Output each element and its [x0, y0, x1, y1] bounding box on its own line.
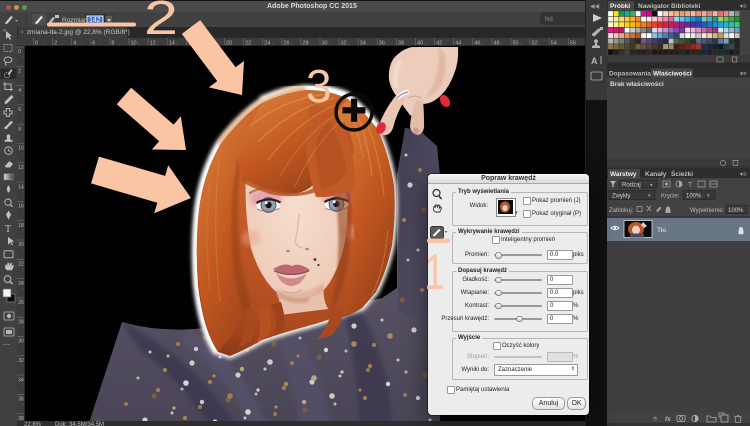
svg-text:36: 36	[18, 397, 24, 403]
svg-text:26: 26	[283, 41, 289, 47]
svg-text:34: 34	[18, 377, 24, 383]
svg-text:22: 22	[18, 262, 24, 268]
svg-text:20: 20	[226, 41, 232, 47]
svg-text:2: 2	[54, 41, 57, 47]
svg-text:28: 28	[302, 41, 308, 47]
svg-text:24: 24	[18, 281, 24, 287]
svg-text:10: 10	[131, 41, 137, 47]
svg-text:T: T	[5, 224, 11, 235]
svg-text:36: 36	[379, 41, 385, 47]
svg-text:52: 52	[532, 41, 538, 47]
svg-text:Brak właściwości: Brak właściwości	[610, 81, 664, 88]
svg-text:Biblioteki: Biblioteki	[671, 3, 700, 10]
svg-text:▾≡: ▾≡	[740, 4, 747, 10]
svg-text:4: 4	[18, 88, 21, 94]
svg-text:Nd: Nd	[545, 17, 553, 23]
svg-text:40: 40	[417, 41, 423, 47]
svg-text:Rodzaj: Rodzaj	[622, 183, 641, 189]
svg-text:42: 42	[436, 41, 442, 47]
svg-text:48: 48	[493, 41, 499, 47]
svg-text:A: A	[591, 56, 598, 66]
svg-text:18: 18	[207, 41, 213, 47]
svg-text:0: 0	[18, 49, 21, 55]
svg-text:Próbki: Próbki	[610, 3, 630, 10]
svg-text:24: 24	[264, 41, 270, 47]
svg-text:20: 20	[18, 242, 24, 248]
svg-text:32: 32	[341, 41, 347, 47]
svg-text:26: 26	[18, 300, 24, 306]
svg-text:18: 18	[18, 223, 24, 229]
svg-text:▾≡: ▾≡	[740, 172, 747, 178]
svg-text:Kanały: Kanały	[645, 171, 667, 178]
svg-text:32: 32	[18, 358, 24, 364]
svg-text:10: 10	[18, 146, 24, 152]
svg-text:Nawigator: Nawigator	[638, 3, 670, 10]
svg-text:4: 4	[73, 41, 76, 47]
svg-text:T: T	[688, 182, 693, 189]
svg-text:Dopasowania: Dopasowania	[609, 71, 651, 78]
svg-text:8: 8	[111, 41, 114, 47]
svg-text:16: 16	[188, 41, 194, 47]
svg-text:12: 12	[150, 41, 156, 47]
svg-text:100%: 100%	[728, 208, 744, 214]
svg-text:34: 34	[360, 41, 366, 47]
svg-text:38: 38	[398, 41, 404, 47]
svg-text:16: 16	[18, 204, 24, 210]
svg-text:44: 44	[455, 41, 461, 47]
svg-text:⋯: ⋯	[3, 342, 10, 349]
svg-text:◀◀: ◀◀	[590, 4, 600, 10]
svg-text:▾≡: ▾≡	[740, 72, 747, 78]
svg-text:Tło: Tło	[657, 227, 666, 234]
svg-text:fx: fx	[665, 416, 671, 423]
svg-text:22: 22	[245, 41, 251, 47]
svg-text:Ścieżki: Ścieżki	[671, 169, 693, 178]
svg-text:Właściwości: Właściwości	[653, 71, 692, 78]
svg-text:12: 12	[18, 165, 24, 171]
svg-text:56: 56	[570, 41, 576, 47]
svg-text:30: 30	[18, 339, 24, 345]
svg-text:30: 30	[322, 41, 328, 47]
svg-text:Wypełnienie:: Wypełnienie:	[690, 208, 725, 214]
svg-text:2: 2	[18, 69, 21, 75]
svg-text:8: 8	[18, 126, 21, 132]
svg-text:14: 14	[169, 41, 175, 47]
svg-text:Krycie:: Krycie:	[661, 194, 680, 200]
svg-text:46: 46	[474, 41, 480, 47]
svg-text:28: 28	[18, 319, 24, 325]
svg-text:14: 14	[18, 184, 24, 190]
svg-text:50: 50	[513, 41, 519, 47]
svg-text:6: 6	[92, 41, 95, 47]
svg-text:Zwykły: Zwykły	[612, 194, 630, 200]
svg-text:100%: 100%	[686, 194, 702, 200]
svg-text:54: 54	[551, 41, 557, 47]
svg-text:0: 0	[35, 41, 38, 47]
svg-text:Warstwy: Warstwy	[610, 171, 637, 178]
svg-text:6: 6	[18, 107, 21, 113]
svg-text:Zablokuj:: Zablokuj:	[609, 208, 634, 214]
